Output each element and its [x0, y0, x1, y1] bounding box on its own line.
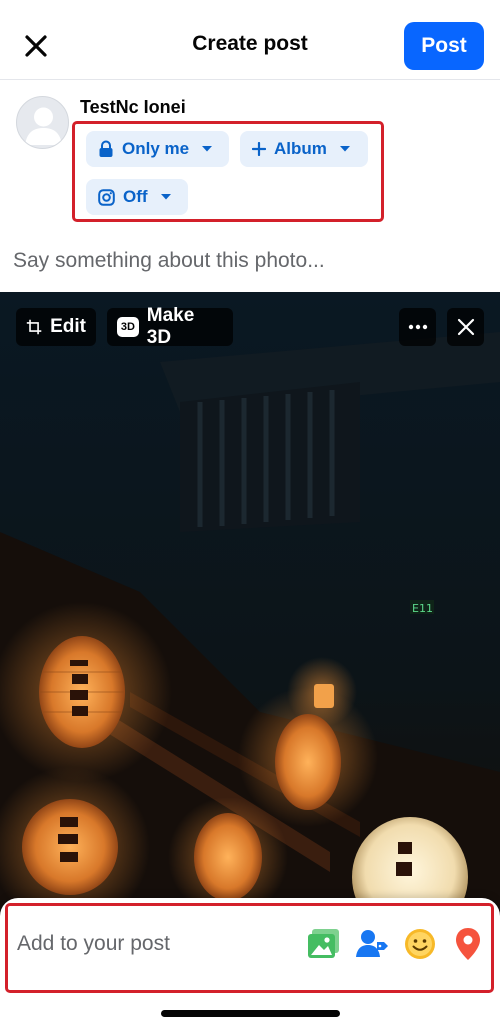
- user-name: TestNc Ionei: [80, 97, 186, 117]
- top-bar: Create post Post: [0, 0, 500, 80]
- more-options-button[interactable]: [399, 308, 436, 346]
- edit-label: Edit: [50, 316, 86, 337]
- make-3d-label: Make 3D: [146, 305, 195, 348]
- svg-text:E11: E11: [412, 602, 433, 615]
- post-button[interactable]: Post: [404, 22, 484, 70]
- highlight-box: [5, 903, 494, 993]
- photo-preview[interactable]: E11 Edit 3D Make 3D: [0, 292, 500, 942]
- avatar[interactable]: [16, 96, 69, 149]
- caption-input[interactable]: Say something about this photo...: [13, 249, 325, 273]
- home-indicator[interactable]: [161, 1010, 340, 1017]
- make-3d-button[interactable]: 3D Make 3D: [107, 305, 233, 348]
- edit-photo-button[interactable]: Edit: [16, 308, 96, 346]
- close-icon: [457, 318, 474, 336]
- highlight-box: [72, 121, 384, 222]
- crop-icon: [26, 319, 42, 335]
- more-horizontal-icon: [408, 324, 427, 330]
- person-icon: [25, 107, 62, 145]
- remove-photo-button[interactable]: [447, 308, 484, 346]
- lanterns-photo: E11: [0, 292, 500, 942]
- 3d-icon: 3D: [117, 317, 139, 337]
